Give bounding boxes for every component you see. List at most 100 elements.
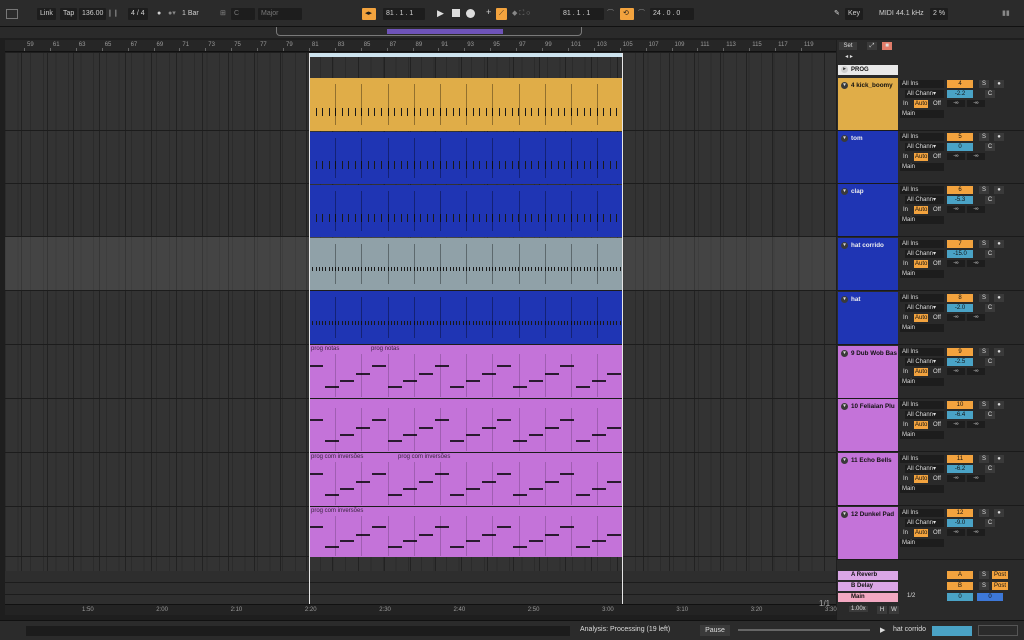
draw-mode-icon[interactable]: ✎ [834,8,840,20]
solo-button[interactable]: S [979,401,989,409]
output-select[interactable]: Main [900,378,944,386]
arm-icon[interactable]: ● [994,509,1004,517]
automation-arm-icon[interactable]: ⟋ [496,8,507,20]
crossfade-button[interactable]: C [985,250,995,258]
post-button[interactable]: Post [992,582,1008,590]
crossfade-button[interactable]: C [985,519,995,527]
solo-button[interactable]: S [979,294,989,302]
arm-icon[interactable]: ● [994,348,1004,356]
clip[interactable] [309,132,623,184]
main-volume[interactable]: 0 [947,593,973,601]
monitor-in[interactable]: In [903,100,908,108]
monitor-off[interactable]: Off [933,368,941,376]
beat-ruler[interactable]: 59 61 63 65 67 69 71 73 75 77 79 81 83 85 87 89 91 93 95 97… [5,40,836,52]
fold-icon[interactable]: ▾ [841,296,848,303]
arm-icon[interactable]: ● [994,186,1004,194]
return-name[interactable]: A Reverb [838,571,898,580]
output-select[interactable]: Main [900,216,944,224]
output-select[interactable]: Main [900,485,944,493]
monitor-off[interactable]: Off [933,153,941,161]
input-channel-select[interactable]: All Chann▾ [905,358,944,366]
solo-button[interactable]: S [979,509,989,517]
mixer-track[interactable]: ▾ 12 Dunkel Pad All Ins All Chann▾ In Auto Off… [837,507,1024,560]
output-select[interactable]: Main [900,324,944,332]
pause-button[interactable]: Pause [700,625,730,636]
input-channel-select[interactable]: All Chann▾ [905,90,944,98]
loop-switch-icon[interactable]: ⟲ [620,8,634,20]
output-select[interactable]: Main [900,110,944,118]
monitor-auto[interactable]: Auto [914,153,929,161]
track-name-header[interactable]: ▾ 10 Feliaian Plu [838,399,898,451]
monitor-in[interactable]: In [903,475,908,483]
tap-button[interactable]: Tap [60,8,78,20]
follow-button[interactable]: ◂▸ [362,8,376,20]
monitor-auto[interactable]: Auto [914,206,929,214]
track-name-header[interactable]: ▾ 9 Dub Wob Bas [838,346,898,398]
play-icon[interactable]: ▶ [437,7,444,19]
input-type-select[interactable]: All Ins [900,294,944,302]
fold-icon[interactable]: ▾ [841,135,848,142]
volume-field[interactable]: -2.5 [947,358,973,366]
fold-icon[interactable]: ▾ [841,188,848,195]
expand-icon[interactable]: ⤢ [867,42,877,50]
fold-icon[interactable]: ▾ [841,242,848,249]
overview-selection[interactable] [387,29,503,34]
input-channel-select[interactable]: All Chann▾ [905,465,944,473]
solo-button[interactable]: S [979,348,989,356]
key-select[interactable]: C [231,8,255,20]
mixer-track[interactable]: ▾ hat All Ins All Chann▾ In Auto Off Main 8 -2.0-… [837,292,1024,345]
track-name-header[interactable]: ▾ 4 kick_boomy [838,78,898,130]
solo-button[interactable]: S [979,582,989,590]
midi-map-button[interactable]: MIDI [879,8,894,20]
crossfade-button[interactable]: C [985,196,995,204]
track-number[interactable]: 6 [947,186,973,194]
output-select[interactable]: Main [900,163,944,171]
arm-icon[interactable]: ● [994,240,1004,248]
mixer-track[interactable]: ▾ 9 Dub Wob Bas All Ins All Chann▾ In Auto Off… [837,346,1024,399]
mixer-track[interactable]: ▾ 10 Feliaian Plu All Ins All Chann▾ In Auto O… [837,399,1024,452]
fold-icon[interactable]: ▾ [841,457,848,464]
group-track-prog[interactable]: ▸ PROG [838,65,898,75]
arrangement-position[interactable]: 81 . 1 . 1 [383,8,425,20]
punch-in-icon[interactable]: ⌒ [607,8,614,20]
loop-length-field[interactable]: 24 . 0 . 0 [650,8,694,20]
overdub-icon[interactable]: + [486,6,491,18]
monitor-in[interactable]: In [903,260,908,268]
return-name[interactable]: B Delay [838,582,898,591]
monitor-off[interactable]: Off [933,100,941,108]
quantize-menu[interactable]: 1 Bar [182,8,199,20]
return-letter[interactable]: B [947,582,973,590]
main-name[interactable]: Main [838,593,898,602]
return-lane[interactable] [5,583,836,595]
solo-button[interactable]: S [979,133,989,141]
loop-start-field[interactable]: 81 . 1 . 1 [560,8,604,20]
mixer-track[interactable]: ▾ tom All Ins All Chann▾ In Auto Off Main 5 0 -∞ -∞… [837,131,1024,184]
track-arrow-icon[interactable]: ▶ [880,626,885,634]
metronome-dropdown-icon[interactable]: ●▾ [168,8,176,20]
punch-out-icon[interactable]: ⌒ [638,8,645,20]
key-map-button[interactable]: Key [845,8,864,20]
volume-field[interactable]: -6.4 [947,411,973,419]
monitor-in[interactable]: In [903,153,908,161]
fold-icon[interactable]: ▾ [841,403,848,410]
io-icon[interactable]: ▮▮ [1002,8,1010,20]
crossfade-button[interactable]: C [985,411,995,419]
arm-icon[interactable]: ● [994,401,1004,409]
volume-field[interactable]: -15.0 [947,250,973,258]
monitor-auto[interactable]: Auto [914,529,929,537]
monitor-off[interactable]: Off [933,529,941,537]
metronome-icon[interactable]: ● [157,8,161,20]
track-number[interactable]: 12 [947,509,973,517]
input-type-select[interactable]: All Ins [900,509,944,517]
volume-field[interactable]: -2.0 [947,304,973,312]
clip[interactable]: prog com inversões [309,507,623,557]
input-channel-select[interactable]: All Chann▾ [905,196,944,204]
arm-icon[interactable]: ● [994,133,1004,141]
time-ruler[interactable]: 1/1 1:50 2:00 2:10 2:20 2:30 2:40 2:50 3:00 3:10… [5,599,837,615]
view-toggle-icon[interactable] [6,9,18,19]
mixer-track[interactable]: ▾ hat corrido All Ins All Chann▾ In Auto Off Ma… [837,238,1024,291]
crossfade-button[interactable]: C [985,90,995,98]
track-name-header[interactable]: ▾ clap [838,184,898,236]
record-icon[interactable] [466,9,475,18]
track-number[interactable]: 11 [947,455,973,463]
